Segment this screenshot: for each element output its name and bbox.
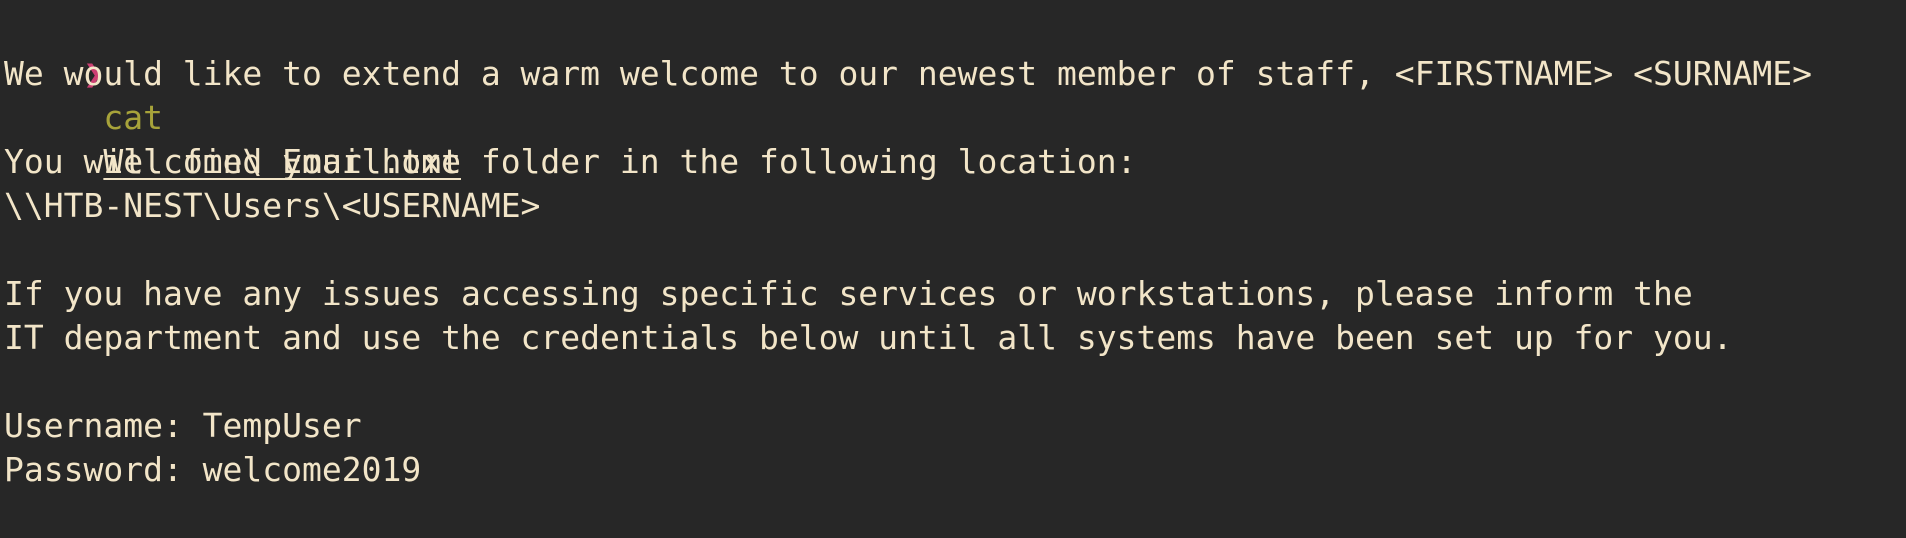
output-line-welcome: We would like to extend a warm welcome t… — [4, 54, 1812, 93]
command-name: cat — [103, 98, 163, 137]
output-line-path: \\HTB-NEST\Users\<USERNAME> — [4, 186, 541, 225]
terminal-window[interactable]: ❯ cat Welcome\ Email.txt We would like t… — [0, 0, 1906, 538]
output-line-it-department: IT department and use the credentials be… — [4, 318, 1733, 357]
output-line-home-folder: You will find your home folder in the fo… — [4, 142, 1137, 181]
prompt-line: ❯ cat Welcome\ Email.txt — [4, 8, 461, 181]
output-line-username: Username: TempUser — [4, 406, 362, 445]
output-line-password: Password: welcome2019 — [4, 450, 422, 489]
output-line-issues: If you have any issues accessing specifi… — [4, 274, 1693, 313]
